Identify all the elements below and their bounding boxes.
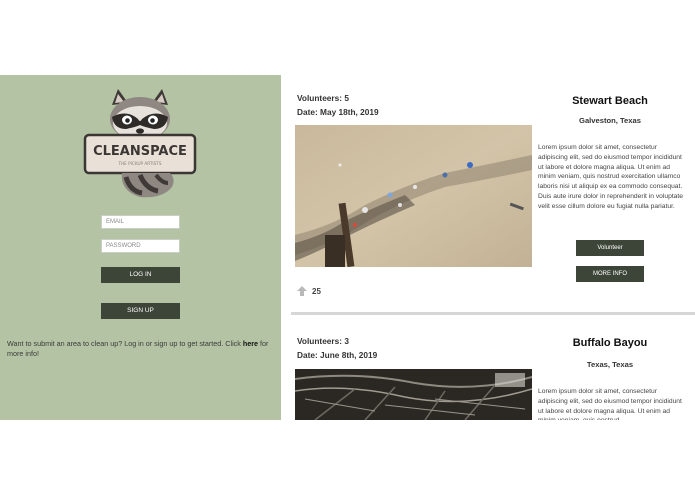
volunteers-count: Volunteers: 5: [297, 93, 349, 103]
card-description: Lorem ipsum dolor sit amet, consectetur …: [538, 388, 682, 420]
cleanup-feed[interactable]: Volunteers: 5 Date: May 18th, 2019 25 St…: [281, 75, 695, 420]
event-date: Date: June 8th, 2019: [297, 350, 378, 360]
card-location: Texas, Texas: [586, 360, 634, 369]
volunteer-button[interactable]: Volunteer: [576, 240, 644, 256]
bayou-photo: [295, 369, 532, 420]
card-title: Stewart Beach: [572, 95, 648, 107]
card-location: Galveston, Texas: [579, 116, 641, 125]
event-date: Date: May 18th, 2019: [297, 107, 379, 117]
card-description: Lorem ipsum dolor sit amet, consectetur …: [538, 144, 683, 210]
upvote-count: 25: [312, 286, 321, 296]
upvote-arrow-icon[interactable]: [296, 285, 308, 297]
cleanup-card: Volunteers: 5 Date: May 18th, 2019 25 St…: [281, 75, 695, 315]
more-info-button[interactable]: MORE INFO: [576, 266, 644, 282]
password-field[interactable]: PASSWORD: [101, 239, 180, 253]
upvote-control[interactable]: 25: [296, 285, 321, 297]
info-here-link[interactable]: here: [243, 339, 258, 348]
volunteers-count: Volunteers: 3: [297, 336, 349, 346]
app-window: CLEANSPACE THE PICKUP ARTISTS EMAIL PASS…: [0, 75, 695, 420]
cleanspace-logo[interactable]: CLEANSPACE THE PICKUP ARTISTS: [82, 87, 198, 205]
beach-photo: [295, 125, 532, 267]
submit-area-info: Want to submit an area to clean up? Log …: [7, 339, 279, 359]
cleanup-card: Volunteers: 3 Date: June 8th, 2019 Buffa…: [281, 315, 695, 420]
info-text-before: Want to submit an area to clean up? Log …: [7, 339, 243, 348]
logo-subtitle: THE PICKUP ARTISTS: [117, 161, 161, 166]
login-button[interactable]: LOG IN: [101, 267, 180, 283]
logo-title: CLEANSPACE: [93, 144, 187, 159]
email-field[interactable]: EMAIL: [101, 215, 180, 229]
card-title: Buffalo Bayou: [572, 337, 648, 349]
sidebar: CLEANSPACE THE PICKUP ARTISTS EMAIL PASS…: [0, 75, 281, 420]
signup-button[interactable]: SIGN UP: [101, 303, 180, 319]
